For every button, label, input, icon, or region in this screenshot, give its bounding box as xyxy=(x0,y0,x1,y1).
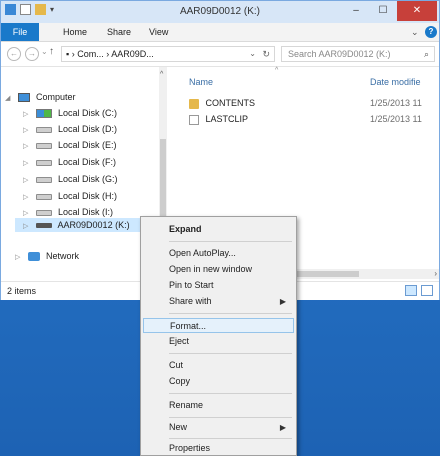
menu-separator xyxy=(169,241,292,242)
menu-item-expand[interactable]: Expand xyxy=(143,222,294,237)
network-icon xyxy=(27,252,40,262)
disk-drive-icon xyxy=(35,176,52,183)
scroll-up-icon[interactable]: ^ xyxy=(160,71,163,78)
help-icon[interactable]: ? xyxy=(425,26,437,38)
back-button[interactable]: ← xyxy=(7,47,21,61)
nav-item-local-disk-g[interactable]: ▷ Local Disk (G:) xyxy=(23,172,118,186)
nav-item-local-disk-d[interactable]: ▷ Local Disk (D:) xyxy=(23,122,117,136)
tab-share[interactable]: Share xyxy=(107,23,131,41)
menu-item-format[interactable]: Format... xyxy=(143,318,294,333)
menu-separator xyxy=(169,417,292,418)
menu-item-pin-to-start[interactable]: Pin to Start xyxy=(143,278,294,293)
expand-arrow-icon[interactable]: ▷ xyxy=(23,191,33,205)
expand-arrow-icon[interactable]: ▷ xyxy=(23,174,33,188)
file-icon xyxy=(189,114,199,125)
navigation-pane: ◢ Computer ▷ Local Disk (C:) ▷ Local Dis… xyxy=(1,67,159,267)
menu-item-cut[interactable]: Cut xyxy=(143,358,294,373)
menu-separator xyxy=(169,313,292,314)
large-icons-view-icon[interactable] xyxy=(421,285,433,296)
search-input[interactable]: Search AAR09D0012 (K:) ⌕ xyxy=(281,46,435,62)
folder-icon xyxy=(189,98,199,109)
search-icon[interactable]: ⌕ xyxy=(424,47,429,61)
address-bar[interactable]: ▪ › Com... › AAR09D... ⌄ ↻ xyxy=(61,46,275,62)
disk-drive-icon xyxy=(35,159,52,166)
menu-item-open-new-window[interactable]: Open in new window xyxy=(143,262,294,277)
maximize-button[interactable]: ☐ xyxy=(370,1,396,21)
file-row-contents[interactable]: CONTENTS 1/25/2013 11 xyxy=(169,96,439,110)
expand-ribbon-icon[interactable]: ⌄ xyxy=(411,23,419,41)
address-dropdown-icon[interactable]: ⌄ xyxy=(249,47,256,61)
menu-separator xyxy=(169,353,292,354)
menu-item-open-autoplay[interactable]: Open AutoPlay... xyxy=(143,246,294,261)
menu-item-eject[interactable]: Eject xyxy=(143,334,294,349)
scroll-right-icon[interactable]: › xyxy=(434,269,437,278)
removable-drive-icon xyxy=(35,223,52,229)
item-count: 2 items xyxy=(7,286,37,296)
disk-drive-icon xyxy=(35,193,52,200)
expand-arrow-icon[interactable]: ▷ xyxy=(23,124,33,138)
column-header-name[interactable]: Name xyxy=(189,77,213,87)
system-disk-icon xyxy=(35,109,52,119)
file-row-lastclip[interactable]: LASTCLIP 1/25/2013 11 xyxy=(169,112,439,126)
search-placeholder: Search AAR09D0012 (K:) xyxy=(288,49,391,59)
collapse-arrow-icon[interactable]: ◢ xyxy=(5,92,15,106)
expand-arrow-icon[interactable]: ▷ xyxy=(23,157,33,171)
menu-item-copy[interactable]: Copy xyxy=(143,374,294,389)
tab-file[interactable]: File xyxy=(1,23,39,41)
nav-item-local-disk-e[interactable]: ▷ Local Disk (E:) xyxy=(23,138,117,152)
refresh-icon[interactable]: ↻ xyxy=(262,47,270,61)
expand-arrow-icon[interactable]: ▷ xyxy=(23,220,33,234)
nav-item-removable-k[interactable]: ▷ AAR09D0012 (K:) xyxy=(15,218,159,232)
forward-button[interactable]: → xyxy=(25,47,39,61)
expand-arrow-icon[interactable]: ▷ xyxy=(23,140,33,154)
disk-drive-icon xyxy=(35,126,52,133)
nav-item-local-disk-c[interactable]: ▷ Local Disk (C:) xyxy=(23,106,117,120)
address-path: ▪ › Com... › AAR09D... xyxy=(66,49,154,59)
menu-item-share-with[interactable]: Share with ▶ xyxy=(143,294,294,309)
nav-item-local-disk-i[interactable]: ▷ Local Disk (I:) xyxy=(23,205,113,219)
nav-item-computer[interactable]: ◢ Computer xyxy=(5,90,76,104)
menu-item-rename[interactable]: Rename xyxy=(143,398,294,413)
nav-item-local-disk-f[interactable]: ▷ Local Disk (F:) xyxy=(23,155,116,169)
menu-separator xyxy=(169,393,292,394)
submenu-arrow-icon: ▶ xyxy=(279,423,286,432)
title-bar: ▾ AAR09D0012 (K:) – ☐ ✕ xyxy=(1,1,439,23)
navigation-bar: ← → ⌄ ↑ ▪ › Com... › AAR09D... ⌄ ↻ Searc… xyxy=(1,42,439,67)
expand-arrow-icon[interactable]: ▷ xyxy=(23,108,33,122)
submenu-arrow-icon: ▶ xyxy=(279,297,286,306)
computer-icon xyxy=(17,93,30,103)
menu-separator xyxy=(169,438,292,439)
menu-item-new[interactable]: New ▶ xyxy=(143,420,294,435)
nav-item-network[interactable]: ▷ Network xyxy=(15,249,79,263)
expand-arrow-icon[interactable]: ▷ xyxy=(15,251,25,265)
ribbon-tabs: File Home Share View ⌄ ? xyxy=(1,23,439,42)
close-button[interactable]: ✕ xyxy=(397,1,437,21)
nav-item-local-disk-h[interactable]: ▷ Local Disk (H:) xyxy=(23,189,117,203)
disk-drive-icon xyxy=(35,142,52,149)
up-button[interactable]: ↑ xyxy=(49,46,54,57)
disk-drive-icon xyxy=(35,209,52,216)
tab-view[interactable]: View xyxy=(149,23,168,41)
column-header-date[interactable]: Date modifie xyxy=(370,77,421,87)
minimize-button[interactable]: – xyxy=(343,1,369,21)
tab-home[interactable]: Home xyxy=(63,23,87,41)
details-view-icon[interactable] xyxy=(405,285,417,296)
sort-arrow-icon: ^ xyxy=(275,67,279,74)
menu-item-properties[interactable]: Properties xyxy=(143,441,294,456)
context-menu: Expand Open AutoPlay... Open in new wind… xyxy=(140,216,297,456)
recent-locations-icon[interactable]: ⌄ xyxy=(41,47,48,56)
